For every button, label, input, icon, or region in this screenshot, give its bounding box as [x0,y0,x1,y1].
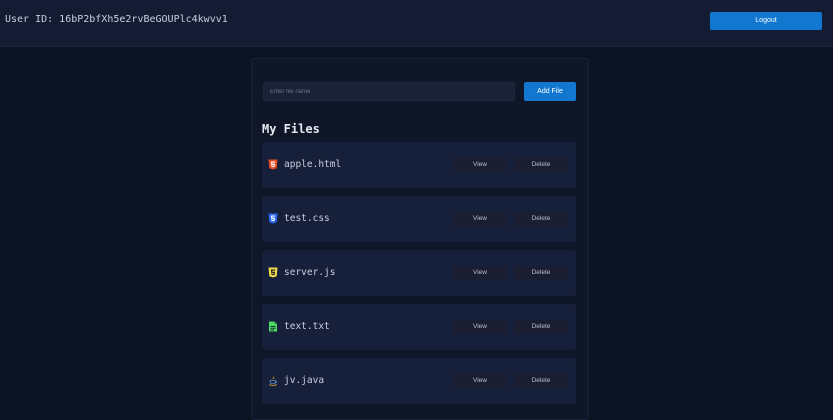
view-button[interactable]: View [453,320,507,334]
delete-button[interactable]: Delete [514,374,568,388]
logout-button[interactable]: Logout [710,12,822,30]
top-bar: User ID: 16bP2bfXh5e2rvBeGOUPlc4kwvv1 Lo… [0,0,833,47]
my-files-heading: My Files [262,122,320,136]
java-icon [268,375,278,386]
js-icon [268,267,278,278]
view-button[interactable]: View [453,212,507,226]
file-item-text-txt: text.txt View Delete [262,304,576,350]
file-name: text.txt [284,321,330,332]
file-name-input[interactable] [263,82,515,101]
file-name: test.css [284,213,330,224]
file-name: apple.html [284,159,342,170]
file-item-apple-html: apple.html View Delete [262,142,576,188]
view-button[interactable]: View [453,266,507,280]
delete-button[interactable]: Delete [514,266,568,280]
file-name: jv.java [284,375,325,386]
css3-icon [268,213,278,224]
delete-button[interactable]: Delete [514,320,568,334]
file-list: apple.html View Delete test.css View Del… [262,142,576,412]
view-button[interactable]: View [453,374,507,388]
file-item-test-css: test.css View Delete [262,196,576,242]
user-id-label: User ID: 16bP2bfXh5e2rvBeGOUPlc4kwvv1 [5,14,228,25]
file-name: server.js [284,267,336,278]
files-panel: Add File My Files apple.html View Delete… [251,58,589,420]
file-item-server-js: server.js View Delete [262,250,576,296]
delete-button[interactable]: Delete [514,158,568,172]
file-item-jv-java: jv.java View Delete [262,358,576,404]
view-button[interactable]: View [453,158,507,172]
html5-icon [268,159,278,170]
add-file-button[interactable]: Add File [524,82,576,101]
delete-button[interactable]: Delete [514,212,568,226]
text-file-icon [268,321,278,332]
